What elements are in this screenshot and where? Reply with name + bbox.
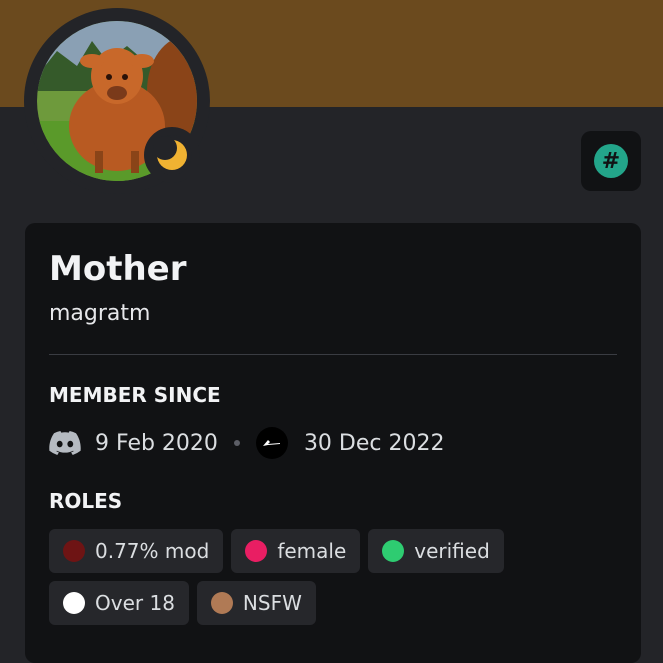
separator-dot: [233, 440, 240, 446]
role-label: Over 18: [95, 591, 175, 615]
server-icon: [255, 427, 288, 459]
role-color-dot: [63, 540, 85, 562]
role-pill[interactable]: verified: [368, 529, 504, 573]
roles-title: ROLES: [49, 489, 123, 513]
hash-icon: #: [594, 144, 628, 178]
role-color-dot: [210, 592, 233, 614]
role-pill[interactable]: NSFW: [196, 581, 316, 625]
role-label: female: [277, 539, 347, 563]
role-pill[interactable]: female: [231, 529, 361, 573]
discord-icon: [49, 431, 81, 455]
role-label: 0.77% mod: [95, 539, 210, 563]
username[interactable]: magratm: [49, 301, 150, 326]
role-color-dot: [382, 540, 405, 562]
server-join-date: 30 Dec 2022: [303, 430, 445, 456]
role-pill[interactable]: 0.77% mod: [49, 529, 224, 573]
moon-icon: [153, 136, 187, 170]
discord-join-date: 9 Feb 2020: [95, 430, 218, 456]
display-name: Mother: [49, 249, 187, 289]
member-since-title: MEMBER SINCE: [49, 383, 221, 407]
role-color-dot: [63, 592, 85, 614]
profile-card: Mother magratm MEMBER SINCE 9 Feb 2020 3…: [25, 223, 641, 663]
roles-list: 0.77% mod female verified Over 18 NSFW: [49, 529, 629, 633]
role-color-dot: [245, 540, 268, 562]
status-indicator: [144, 127, 200, 183]
divider: [49, 354, 617, 355]
role-label: NSFW: [242, 591, 302, 615]
role-pill[interactable]: Over 18: [49, 581, 189, 625]
member-since-row: 9 Feb 2020 30 Dec 2022: [49, 427, 444, 459]
server-tag-button[interactable]: #: [581, 131, 641, 191]
role-label: verified: [414, 539, 490, 563]
